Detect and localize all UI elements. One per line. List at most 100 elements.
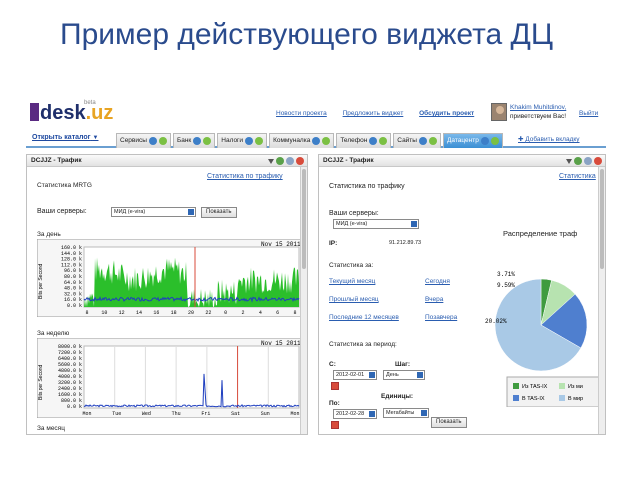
add-tab-link[interactable]: ✚ Добавить вкладку: [518, 135, 580, 143]
tab-7[interactable]: Датацентр: [442, 133, 503, 148]
traffic-stats-link[interactable]: Статистика по трафику: [207, 173, 283, 180]
mrtg-heading: Статистика MRTG: [37, 182, 92, 189]
tab-2[interactable]: Банк: [172, 133, 216, 148]
tab-settings-icon[interactable]: [312, 137, 321, 145]
tab-refresh-icon[interactable]: [428, 137, 437, 145]
from-date-input[interactable]: 2012-02-01: [333, 370, 377, 380]
greeting: приветствуем Вас!: [510, 113, 567, 120]
x-tick-label: 8: [85, 310, 88, 316]
menu-dropdown-icon[interactable]: [268, 159, 274, 164]
legend-swatch-4: [559, 395, 565, 401]
x-tick-label: 12: [119, 310, 125, 316]
week-date: Nov 15 2011: [261, 340, 301, 347]
tab-6[interactable]: Сайты: [393, 133, 441, 148]
user-name[interactable]: Khakim Muhitdinov,: [510, 103, 566, 112]
tab-4[interactable]: Коммуналка: [269, 133, 335, 148]
tab-refresh-icon[interactable]: [322, 137, 331, 145]
x-tick-label: 20: [188, 310, 194, 316]
tab-refresh-icon[interactable]: [203, 137, 212, 145]
last-12-months-link[interactable]: Последние 12 месяцев: [329, 314, 399, 321]
servers-label: Ваши серверы:: [329, 210, 379, 217]
ip-value: 91.212.89.73: [389, 240, 422, 246]
widget-title: DCJJZ - Трафик: [31, 157, 82, 164]
discuss-link[interactable]: Обсудить проект: [419, 110, 474, 117]
suggest-widget-link[interactable]: Предложить виджет: [343, 110, 404, 117]
news-link[interactable]: Новости проекта: [276, 110, 327, 117]
day-before-yesterday-link[interactable]: Позавчера: [425, 314, 457, 321]
x-tick-label: 16: [153, 310, 159, 316]
refresh-icon[interactable]: [276, 157, 284, 165]
from-label: С:: [329, 361, 336, 368]
tab-label: Сервисы: [120, 137, 147, 144]
tab-label: Налоги: [221, 137, 244, 144]
open-catalog-link[interactable]: Открыть каталог ▼: [32, 134, 98, 141]
show-button[interactable]: Показать: [201, 207, 237, 218]
tab-settings-icon[interactable]: [418, 137, 427, 145]
tab-settings-icon[interactable]: [193, 137, 202, 145]
stats-heading: Статистика по трафику: [329, 183, 405, 190]
legend-box: [506, 376, 600, 407]
legend-swatch-1: [513, 383, 519, 389]
y-axis: 8000.0 k7200.0 k6400.0 k5600.0 k4800.0 k…: [58, 344, 82, 410]
current-month-link[interactable]: Текущий месяц: [329, 278, 375, 285]
x-tick-label: 22: [205, 310, 211, 316]
logout-link[interactable]: Выйти: [579, 110, 598, 117]
calendar-icon[interactable]: [331, 421, 339, 429]
today-link[interactable]: Сегодня: [425, 278, 450, 285]
stats-link[interactable]: Статистика: [559, 173, 596, 180]
legend-swatch-2: [559, 383, 565, 389]
tab-settings-icon[interactable]: [148, 137, 157, 145]
tab-refresh-icon[interactable]: [490, 137, 499, 145]
legend-label-3: В TAS-IX: [522, 396, 545, 402]
site-logo[interactable]: desk.uz: [30, 102, 113, 125]
server-select[interactable]: МИД (e-vira): [111, 207, 196, 217]
x-tick-label: Fri: [201, 411, 210, 417]
calendar-icon[interactable]: [331, 382, 339, 390]
plot-area: [83, 345, 300, 409]
y-tick-label: 0.0 k: [67, 404, 82, 410]
tab-refresh-icon[interactable]: [255, 137, 264, 145]
x-tick-label: 0: [224, 310, 227, 316]
tab-settings-icon[interactable]: [480, 137, 489, 145]
server-select[interactable]: МИД (e-vira): [333, 219, 419, 229]
tab-1[interactable]: Сервисы: [116, 133, 171, 148]
tab-settings-icon[interactable]: [245, 137, 254, 145]
refresh-icon[interactable]: [574, 157, 582, 165]
tab-label: Банк: [176, 137, 192, 144]
show-button[interactable]: Показать: [431, 417, 467, 428]
tab-refresh-icon[interactable]: [379, 137, 388, 145]
to-date-input[interactable]: 2012-02-28: [333, 409, 377, 419]
tab-bar: Открыть каталог ▼ Сервисы Банк Налоги Комму…: [26, 132, 606, 148]
pie-label-3: 20.02%: [485, 318, 507, 325]
legend-label-2: Из ми: [568, 384, 583, 390]
scrollbar[interactable]: [300, 167, 307, 434]
tab-3[interactable]: Налоги: [217, 133, 268, 148]
servers-label: Ваши серверы:: [37, 208, 87, 215]
step-select[interactable]: День: [383, 370, 425, 380]
stats-for-label: Статистика за:: [329, 262, 374, 269]
settings-icon[interactable]: [584, 157, 592, 165]
avatar: [491, 103, 507, 121]
settings-icon[interactable]: [286, 157, 294, 165]
close-icon[interactable]: [594, 157, 602, 165]
scrollbar[interactable]: [598, 167, 605, 434]
top-links: Новости проекта Предложить виджет Обсуди…: [276, 110, 488, 117]
tab-settings-icon[interactable]: [369, 137, 378, 145]
menu-dropdown-icon[interactable]: [566, 159, 572, 164]
yesterday-link[interactable]: Вчера: [425, 296, 443, 303]
units-select[interactable]: Мегабайты: [383, 408, 429, 418]
tab-5[interactable]: Телефон: [336, 133, 392, 148]
x-tick-label: Mon: [82, 411, 91, 417]
x-tick-label: Sat: [231, 411, 240, 417]
y-tick-label: 0.0 k: [67, 303, 82, 309]
last-month-link[interactable]: Прошлый месяц: [329, 296, 379, 303]
y-axis-label: Bits per Second: [38, 364, 44, 400]
pie-label-1: 3.71%: [497, 271, 515, 278]
site-header: desk.uz beta Новости проекта Предложить …: [26, 100, 606, 132]
close-icon[interactable]: [296, 157, 304, 165]
to-label: По:: [329, 400, 340, 407]
tab-label: Коммуналка: [273, 137, 311, 144]
y-axis-label: Bits per Second: [38, 263, 44, 299]
tab-label: Сайты: [397, 137, 417, 144]
tab-refresh-icon[interactable]: [158, 137, 167, 145]
